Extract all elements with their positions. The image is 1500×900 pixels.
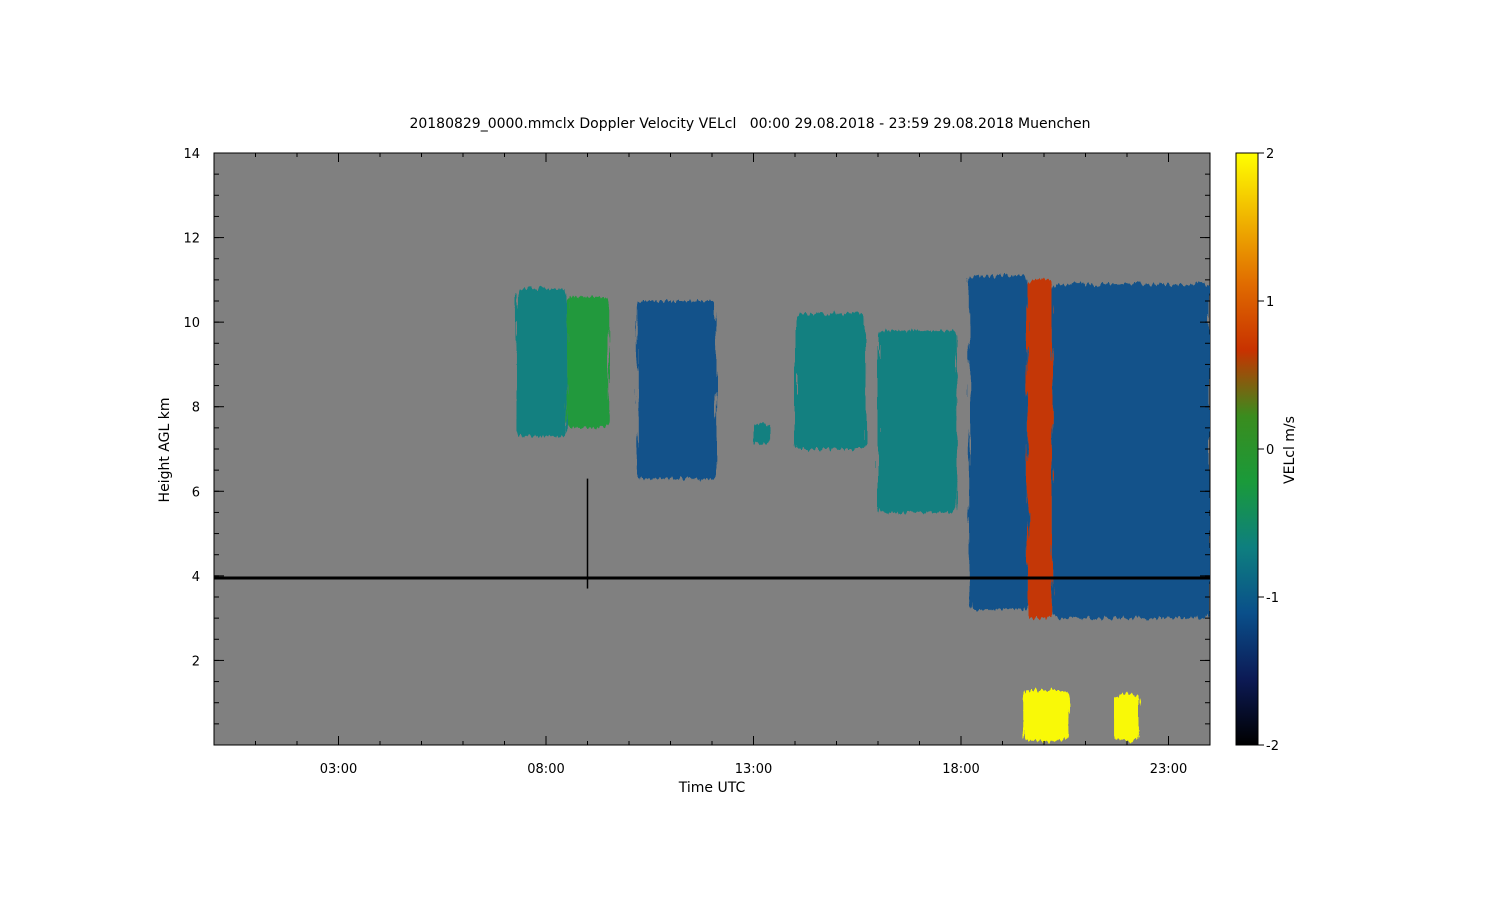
x-tick-label: 03:00: [320, 762, 357, 777]
y-axis-label: Height AGL km: [157, 397, 173, 503]
colorbar: [1235, 152, 1259, 746]
x-tick-label: 23:00: [1150, 762, 1187, 777]
echo-region-6: [878, 330, 957, 513]
chart-svg: 03:00 08:00 13:00 18:00 23:002468101214 -2-1…: [183, 147, 1279, 777]
y-tick-label: 8: [192, 401, 200, 416]
colorbar-tick-label: 1: [1266, 295, 1274, 310]
colorbar-tick-label: 2: [1266, 147, 1274, 162]
echo-region-1: [516, 288, 567, 437]
colorbar-tick-label: 0: [1266, 443, 1274, 458]
echo-region-11: [1114, 694, 1140, 741]
x-axis-label: Time UTC: [678, 780, 746, 796]
y-tick-label: 14: [183, 147, 200, 162]
y-tick-label: 6: [192, 485, 200, 500]
colorbar-tick-label: -1: [1266, 591, 1279, 606]
x-tick-label: 18:00: [942, 762, 979, 777]
echo-region-10: [1023, 690, 1069, 741]
colorbar-tick-label: -2: [1266, 739, 1279, 754]
echo-region-5: [795, 313, 866, 449]
colorbar-label: VELcl m/s: [1282, 416, 1298, 484]
echo-region-3: [637, 301, 717, 479]
echo-region-2: [566, 296, 609, 428]
y-tick-label: 10: [183, 316, 200, 331]
x-tick-label: 08:00: [527, 762, 564, 777]
y-tick-label: 12: [183, 232, 200, 247]
colorbar-ticks: -2 -1 0 1 2: [1258, 147, 1279, 754]
y-tick-label: 4: [192, 570, 200, 585]
echo-region-8: [1027, 279, 1053, 619]
echo-region-4: [753, 423, 771, 445]
echo-region-9: [1052, 284, 1210, 619]
x-tick-label: 13:00: [735, 762, 772, 777]
y-tick-label: 2: [192, 654, 200, 669]
echo-region-7: [969, 275, 1028, 610]
radar-figure: 20180829_0000.mmclx Doppler Velocity VEL…: [0, 0, 1500, 900]
